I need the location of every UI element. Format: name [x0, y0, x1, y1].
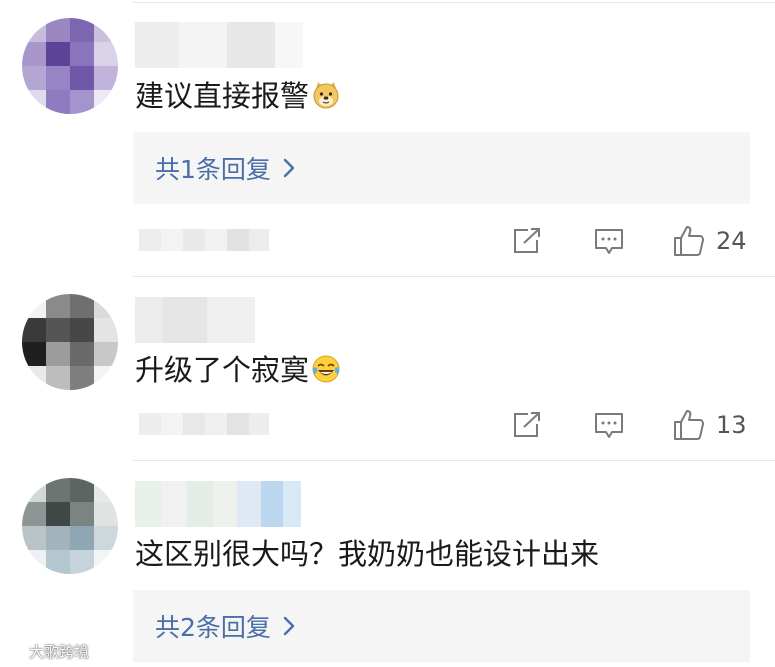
comment-button[interactable]	[594, 227, 624, 257]
share-icon	[512, 227, 542, 255]
thumb-up-icon	[672, 408, 706, 442]
watermark-text: 大歌跨境	[29, 643, 90, 661]
reply-box[interactable]: 共1条回复	[133, 132, 750, 204]
avatar[interactable]	[22, 294, 118, 390]
reply-box[interactable]: 共2条回复	[133, 590, 750, 662]
username-redacted[interactable]	[135, 22, 303, 68]
timestamp-redacted	[139, 229, 269, 251]
separator	[133, 2, 775, 3]
chevron-right-icon	[283, 616, 295, 636]
reply-link[interactable]: 共2条回复	[155, 608, 295, 644]
like-count: 24	[716, 227, 747, 255]
avatar[interactable]	[22, 478, 118, 574]
timestamp-redacted	[139, 413, 269, 435]
comment-text: 这区别很大吗？我奶奶也能设计出来	[135, 537, 600, 571]
comment-text: 建议直接报警	[135, 78, 341, 118]
chevron-right-icon	[283, 158, 295, 178]
reply-link[interactable]: 共1条回复	[155, 150, 295, 186]
comment-button[interactable]	[594, 411, 624, 441]
separator	[133, 460, 775, 461]
laugh-cry-emoji	[311, 354, 341, 392]
watermark: 大歌跨境	[4, 641, 89, 662]
weibo-logo-icon	[4, 642, 26, 662]
avatar[interactable]	[22, 18, 118, 114]
like-button[interactable]: 13	[672, 408, 747, 442]
comment-icon	[594, 411, 624, 441]
share-button[interactable]	[512, 227, 542, 255]
like-button[interactable]: 24	[672, 224, 747, 258]
share-icon	[512, 411, 542, 439]
share-button[interactable]	[512, 411, 542, 439]
comment-icon	[594, 227, 624, 257]
thumb-up-icon	[672, 224, 706, 258]
doge-emoji	[311, 80, 341, 118]
username-redacted[interactable]	[135, 297, 255, 343]
username-redacted[interactable]	[135, 481, 301, 527]
separator	[133, 276, 775, 277]
like-count: 13	[716, 411, 747, 439]
comment-text: 升级了个寂寞	[135, 352, 341, 392]
